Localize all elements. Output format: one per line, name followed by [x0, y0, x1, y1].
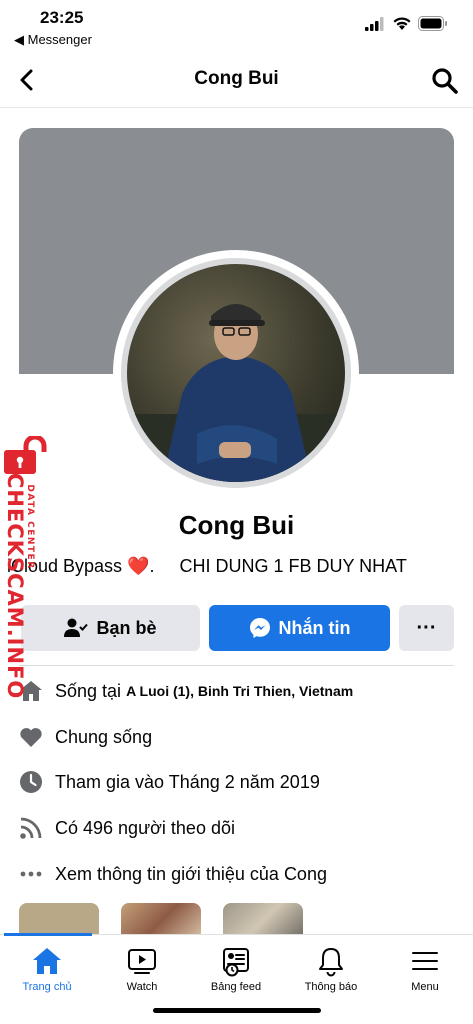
friends-button-label: Bạn bè: [96, 617, 157, 638]
info-see-about[interactable]: Xem thông tin giới thiệu của Cong: [18, 859, 327, 889]
joined-text: Tham gia vào Tháng 2 năm 2019: [55, 771, 320, 792]
battery-icon: [418, 16, 447, 31]
profile-header: Cong Bui: [0, 52, 473, 108]
messenger-icon: [249, 618, 270, 638]
tab-home-label: Trang chủ: [22, 981, 72, 993]
ellipsis-icon: [18, 861, 44, 887]
divider: [19, 665, 454, 666]
watermark-brand: CHECKSCAM.INFO: [3, 473, 27, 700]
status-bar: 23:25 ◀ Messenger: [0, 0, 473, 52]
home-indicator[interactable]: [153, 1008, 321, 1013]
lives-prefix: Sống tại: [55, 680, 122, 701]
bell-icon: [319, 948, 343, 977]
tab-feed-label: Bảng feed: [210, 981, 262, 993]
tab-notifications[interactable]: Thông báo: [286, 945, 376, 1005]
profile-name: Cong Bui: [178, 510, 295, 540]
info-followers[interactable]: Có 496 người theo dõi: [18, 813, 235, 843]
friend-check-icon: [64, 618, 89, 637]
profile-photo: [127, 264, 345, 482]
avatar[interactable]: [121, 258, 351, 488]
tab-watch[interactable]: Watch: [97, 945, 187, 1005]
lives-place-link[interactable]: A Luoi (1), Binh Tri Thien, Vietnam: [126, 683, 353, 699]
watch-icon: [128, 949, 156, 974]
active-tab-indicator: [4, 933, 92, 936]
feed-icon: [223, 948, 249, 977]
see-about-text: Xem thông tin giới thiệu của Cong: [55, 863, 327, 884]
more-dots-icon: ···: [416, 616, 437, 639]
message-button-label: Nhắn tin: [278, 617, 351, 638]
watermark: DATA CENTER CHECKSCAM.INFO: [0, 436, 52, 700]
tab-feed[interactable]: Bảng feed: [191, 945, 281, 1005]
page-title: Cong Bui: [194, 68, 279, 89]
status-time: 23:25: [40, 8, 84, 27]
info-relationship: Chung sống: [18, 722, 152, 752]
heart-icon: [18, 724, 44, 750]
search-icon[interactable]: [430, 66, 460, 96]
back-to-messenger-link[interactable]: ◀ Messenger: [14, 32, 92, 48]
tab-menu-label: Menu: [411, 981, 439, 993]
more-options-button[interactable]: ···: [399, 605, 454, 651]
wifi-icon: [393, 17, 411, 30]
info-lives-in: Sống tại A Luoi (1), Binh Tri Thien, Vie…: [18, 676, 353, 706]
home-icon: [33, 948, 61, 974]
tab-watch-label: Watch: [126, 981, 158, 993]
signal-icon: [365, 17, 384, 31]
profile-bio: iCloud Bypass ❤️. CHI DUNG 1 FB DUY NHAT: [7, 556, 407, 576]
relationship-text: Chung sống: [55, 726, 153, 747]
tab-notifications-label: Thông báo: [304, 981, 358, 993]
rss-icon: [18, 815, 44, 841]
message-button[interactable]: Nhắn tin: [209, 605, 390, 651]
info-joined: Tham gia vào Tháng 2 năm 2019: [18, 767, 320, 797]
followers-text: Có 496 người theo dõi: [55, 817, 235, 838]
menu-icon: [412, 952, 438, 970]
clock-icon: [18, 769, 44, 795]
tab-menu[interactable]: Menu: [380, 945, 470, 1005]
profile-picture-frame[interactable]: [113, 250, 359, 496]
tab-home[interactable]: Trang chủ: [2, 945, 92, 1005]
